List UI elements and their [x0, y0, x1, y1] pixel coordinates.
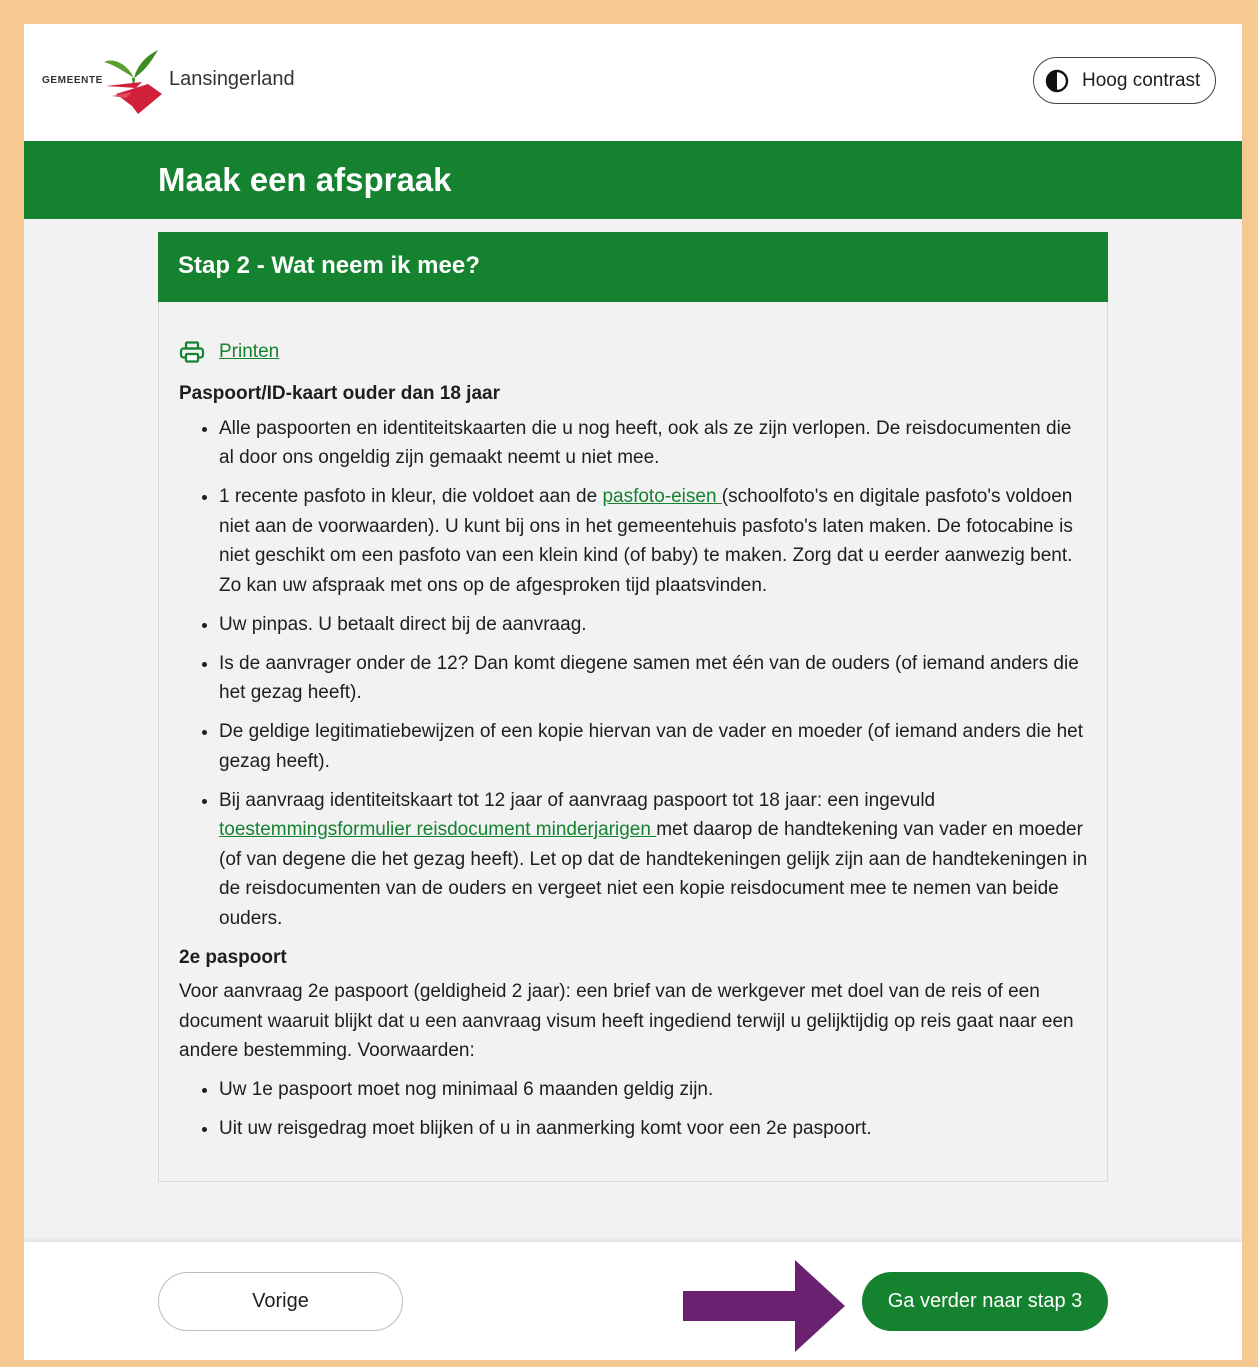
list-item: De geldige legitimatiebewijzen of een ko… — [219, 717, 1089, 776]
requirements-list: Alle paspoorten en identiteitskaarten di… — [179, 414, 1089, 934]
page-title: Maak een afspraak — [158, 161, 452, 198]
list-item-text: 1 recente pasfoto in kleur, die voldoet … — [219, 486, 603, 507]
step-card-header: Stap 2 - Wat neem ik mee? — [158, 232, 1108, 302]
top-header: GEMEENTE Lansingerland Hoog contrast — [24, 24, 1242, 141]
printer-icon — [179, 341, 205, 363]
conditions-list: Uw 1e paspoort moet nog minimaal 6 maand… — [179, 1075, 1089, 1144]
high-contrast-button[interactable]: Hoog contrast — [1033, 57, 1216, 104]
list-item: Uw pinpas. U betaalt direct bij de aanvr… — [219, 610, 1089, 640]
page-title-band: Maak een afspraak — [24, 141, 1242, 219]
print-link[interactable]: Printen — [179, 337, 1089, 367]
step-card: Stap 2 - Wat neem ik mee? Printen Paspoo… — [158, 232, 1108, 1182]
navigation-footer: Vorige Ga verder naar stap 3 — [24, 1242, 1242, 1360]
print-label: Printen — [219, 341, 280, 363]
list-item: Alle paspoorten en identiteitskaarten di… — [219, 414, 1089, 473]
pasfoto-eisen-link[interactable]: pasfoto-eisen — [602, 486, 721, 507]
logo-name: Lansingerland — [169, 68, 295, 90]
step-card-body: Printen Paspoort/ID-kaart ouder dan 18 j… — [179, 337, 1089, 1153]
lansingerland-logo-icon — [104, 50, 162, 114]
gemeente-logo[interactable]: GEMEENTE Lansingerland — [42, 48, 302, 118]
annotation-arrow-icon — [683, 1260, 845, 1352]
contrast-icon — [1045, 69, 1069, 92]
section-heading-second-passport: 2e paspoort — [179, 946, 287, 968]
previous-button[interactable]: Vorige — [158, 1272, 403, 1331]
high-contrast-label: Hoog contrast — [1082, 69, 1201, 91]
next-step-button[interactable]: Ga verder naar stap 3 — [862, 1272, 1108, 1331]
app-frame: GEMEENTE Lansingerland Hoog contrast Maa… — [24, 24, 1242, 1360]
section-heading-id-card: Paspoort/ID-kaart ouder dan 18 jaar — [179, 383, 500, 404]
list-item: 1 recente pasfoto in kleur, die voldoet … — [219, 482, 1089, 600]
logo-prefix: GEMEENTE — [42, 75, 103, 86]
consent-form-link[interactable]: toestemmingsformulier reisdocument minde… — [219, 819, 656, 840]
list-item: Bij aanvraag identiteitskaart tot 12 jaa… — [219, 786, 1089, 934]
second-passport-paragraph: Voor aanvraag 2e paspoort (geldigheid 2 … — [179, 981, 1074, 1061]
step-title: Stap 2 - Wat neem ik mee? — [178, 252, 480, 279]
list-item: Uw 1e paspoort moet nog minimaal 6 maand… — [219, 1075, 1089, 1105]
list-item-text: Bij aanvraag identiteitskaart tot 12 jaa… — [219, 789, 936, 811]
list-item: Is de aanvrager onder de 12? Dan komt di… — [219, 649, 1089, 708]
list-item: Uit uw reisgedrag moet blijken of u in a… — [219, 1114, 1089, 1144]
